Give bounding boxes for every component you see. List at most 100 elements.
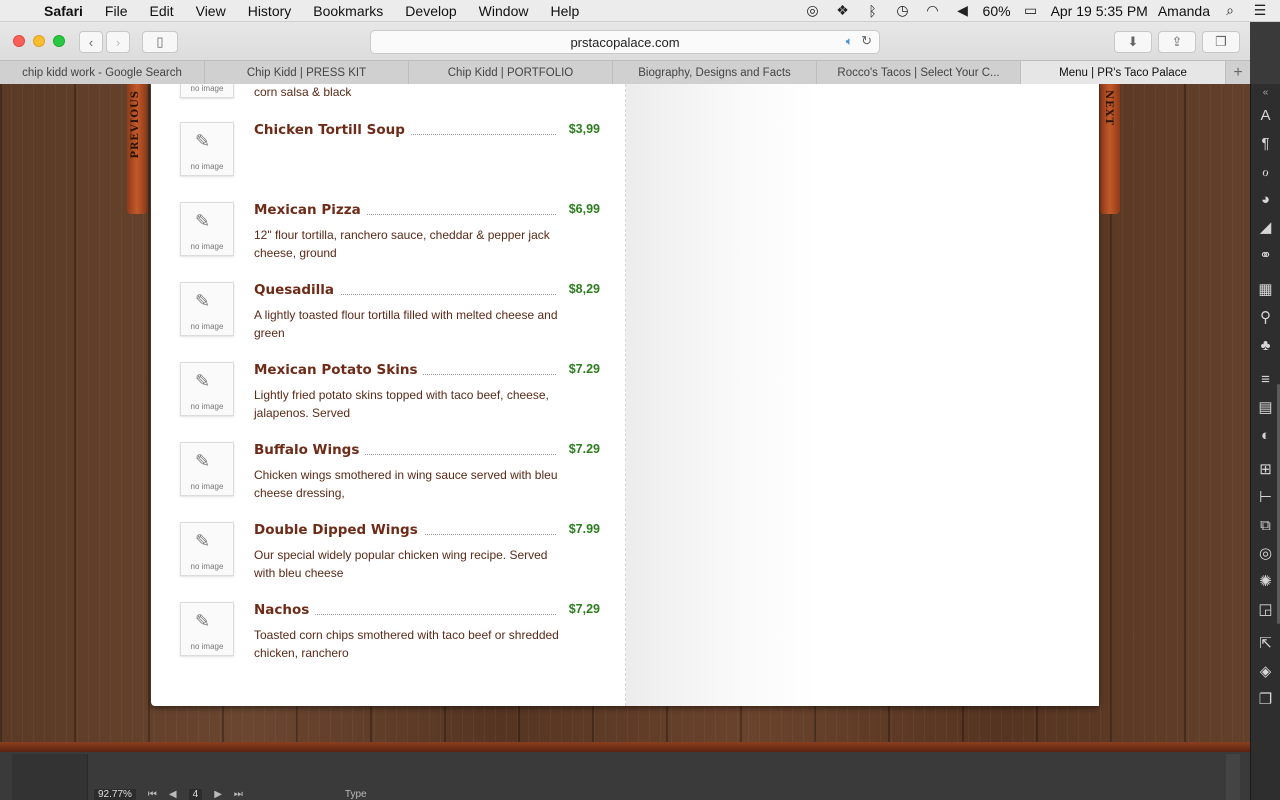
zoom-level-field[interactable]: 92.77% <box>94 788 136 800</box>
chevron-right-icon: › <box>115 34 121 50</box>
next-page-ribbon[interactable]: NEXT <box>1100 84 1120 214</box>
sidebar-toggle-button[interactable]: ▯ <box>142 31 178 53</box>
menu-bookmarks[interactable]: Bookmarks <box>302 3 394 19</box>
reload-icon[interactable]: ↻ <box>861 33 872 49</box>
creative-cloud-icon[interactable]: ◎ <box>803 2 823 19</box>
gradient-icon[interactable]: ◢ <box>1251 214 1280 242</box>
image-placeholder-icon: ✎ <box>195 451 211 471</box>
close-window-button[interactable] <box>13 35 25 47</box>
menu-view[interactable]: View <box>185 3 237 19</box>
pages-icon[interactable]: ❐ <box>1251 686 1280 714</box>
forward-button[interactable]: › <box>106 31 130 53</box>
pathfinder-icon[interactable]: ⧉ <box>1251 512 1280 540</box>
effects-icon[interactable]: ◐ <box>1251 422 1280 450</box>
menu-item[interactable]: ✎ no image Mexican Pizza $6,99 12" flour … <box>180 202 600 272</box>
menu-history[interactable]: History <box>237 3 303 19</box>
document-mode: Type <box>344 788 367 800</box>
menu-item-thumbnail: no image <box>180 84 234 98</box>
dropbox-icon[interactable]: ❖ <box>833 2 853 19</box>
address-bar[interactable]: prstacopalace.com 🔈︎ ↻ <box>370 30 880 54</box>
previous-page-icon[interactable]: ◀ <box>169 789 177 800</box>
menu-item-name: Nachos <box>254 602 316 618</box>
menu-item-thumbnail: ✎ no image <box>180 122 234 176</box>
menu-item-price: $3,99 <box>568 122 600 136</box>
tab-overview-button[interactable]: ❐ <box>1202 31 1240 53</box>
tab-roccos-tacos[interactable]: Rocco's Tacos | Select Your C... <box>817 61 1021 85</box>
minimize-window-button[interactable] <box>33 35 45 47</box>
tab-press-kit[interactable]: Chip Kidd | PRESS KIT <box>205 61 409 85</box>
battery-icon[interactable]: ▭ <box>1021 2 1041 19</box>
stroke-icon[interactable]: ≡ <box>1251 366 1280 394</box>
tab-biography[interactable]: Biography, Designs and Facts <box>613 61 817 85</box>
menubar-user[interactable]: Amanda <box>1158 3 1210 19</box>
macos-menubar: Safari File Edit View History Bookmarks … <box>0 0 1280 22</box>
color-icon[interactable]: ▤ <box>1251 394 1280 422</box>
no-image-caption: no image <box>190 162 224 171</box>
notification-center-icon[interactable]: ☰ <box>1250 2 1270 19</box>
layers-icon[interactable]: ◈ <box>1251 658 1280 686</box>
glyphs-icon[interactable]: ℴ <box>1251 158 1280 186</box>
share-button[interactable]: ⇪ <box>1158 31 1196 53</box>
menu-item[interactable]: ✎ no image Quesadilla $8,29 A lightly toa… <box>180 282 600 352</box>
table-icon[interactable]: ▦ <box>1251 276 1280 304</box>
brush-icon[interactable]: ⚲ <box>1251 304 1280 332</box>
paragraph-icon[interactable]: ¶ <box>1251 130 1280 158</box>
menu-app-safari[interactable]: Safari <box>40 3 94 19</box>
menu-item[interactable]: ✎ no image Mexican Potato Skins $7.29 Lig… <box>180 362 600 432</box>
menu-window[interactable]: Window <box>468 3 540 19</box>
menu-item-price: $8,29 <box>568 282 600 296</box>
safari-toolbar: ‹ › ▯ prstacopalace.com 🔈︎ ↻ ⬇ ⇪ ❐ <box>0 22 1250 60</box>
tab-taco-palace-menu[interactable]: Menu | PR's Taco Palace <box>1021 61 1226 85</box>
tab-portfolio[interactable]: Chip Kidd | PORTFOLIO <box>409 61 613 85</box>
swatches-icon[interactable]: ◕ <box>1251 186 1280 214</box>
menu-item-name: Mexican Potato Skins <box>254 362 424 378</box>
last-page-icon[interactable]: ⏭ <box>234 789 243 800</box>
collapse-panels-icon[interactable]: « <box>1251 84 1280 102</box>
export-icon[interactable]: ⇱ <box>1251 630 1280 658</box>
first-page-icon[interactable]: ⏮ <box>148 789 157 800</box>
volume-icon[interactable]: ◀ <box>953 2 973 19</box>
links-icon[interactable]: ⚭ <box>1251 242 1280 270</box>
spotlight-search-icon[interactable]: ⌕ <box>1220 2 1240 19</box>
menu-develop[interactable]: Develop <box>394 3 467 19</box>
transform-icon[interactable]: ⊞ <box>1251 456 1280 484</box>
menu-item[interactable]: ✎ no image Double Dipped Wings $7.99 Our … <box>180 522 600 592</box>
menu-file[interactable]: File <box>94 3 139 19</box>
menu-item[interactable]: ✎ no image Nachos $7,29 Toasted corn chip… <box>180 602 600 672</box>
scale-icon[interactable]: ◲ <box>1251 596 1280 624</box>
character-icon[interactable]: A <box>1251 102 1280 130</box>
background-app-scrollbar[interactable] <box>1226 754 1240 800</box>
menu-page-left: no image corn salsa & black ✎ no image Ch… <box>151 84 625 706</box>
cc-libraries-icon[interactable]: ◎ <box>1251 540 1280 568</box>
menubar-clock[interactable]: Apr 19 5:35 PM <box>1051 3 1148 19</box>
menu-item-price: $6,99 <box>568 202 600 216</box>
zoom-window-button[interactable] <box>53 35 65 47</box>
menu-item-price: $7.29 <box>568 362 600 376</box>
menu-help[interactable]: Help <box>539 3 590 19</box>
menu-item-thumbnail: ✎ no image <box>180 522 234 576</box>
tab-label: chip kidd work - Google Search <box>22 67 182 79</box>
menu-item[interactable]: ✎ no image Buffalo Wings $7.29 Chicken wi… <box>180 442 600 512</box>
battery-percent[interactable]: 60% <box>983 3 1011 19</box>
radial-icon[interactable]: ✺ <box>1251 568 1280 596</box>
time-machine-icon[interactable]: ◷ <box>893 2 913 19</box>
previous-label: PREVIOUS <box>130 90 141 159</box>
club-icon[interactable]: ♣ <box>1251 332 1280 360</box>
wifi-icon[interactable]: ◠ <box>923 2 943 19</box>
menu-item[interactable]: ✎ no image Chicken Tortill Soup $3,99 <box>180 122 600 192</box>
tab-google-search[interactable]: chip kidd work - Google Search <box>0 61 205 85</box>
menu-edit[interactable]: Edit <box>138 3 184 19</box>
bluetooth-icon[interactable]: ᛒ <box>863 3 883 19</box>
url-text: prstacopalace.com <box>570 34 680 50</box>
back-button[interactable]: ‹ <box>79 31 103 53</box>
page-number-field[interactable]: 4 <box>188 788 203 800</box>
next-page-icon[interactable]: ▶ <box>214 789 222 800</box>
no-image-caption: no image <box>190 482 224 491</box>
previous-page-ribbon[interactable]: PREVIOUS <box>127 84 147 214</box>
align-icon[interactable]: ⊢ <box>1251 484 1280 512</box>
new-tab-button[interactable]: + <box>1226 61 1250 85</box>
no-image-caption: no image <box>190 84 224 93</box>
page-bottom-trim <box>0 742 1250 752</box>
downloads-button[interactable]: ⬇ <box>1114 31 1152 53</box>
audio-playing-icon[interactable]: 🔈︎ <box>846 34 853 49</box>
